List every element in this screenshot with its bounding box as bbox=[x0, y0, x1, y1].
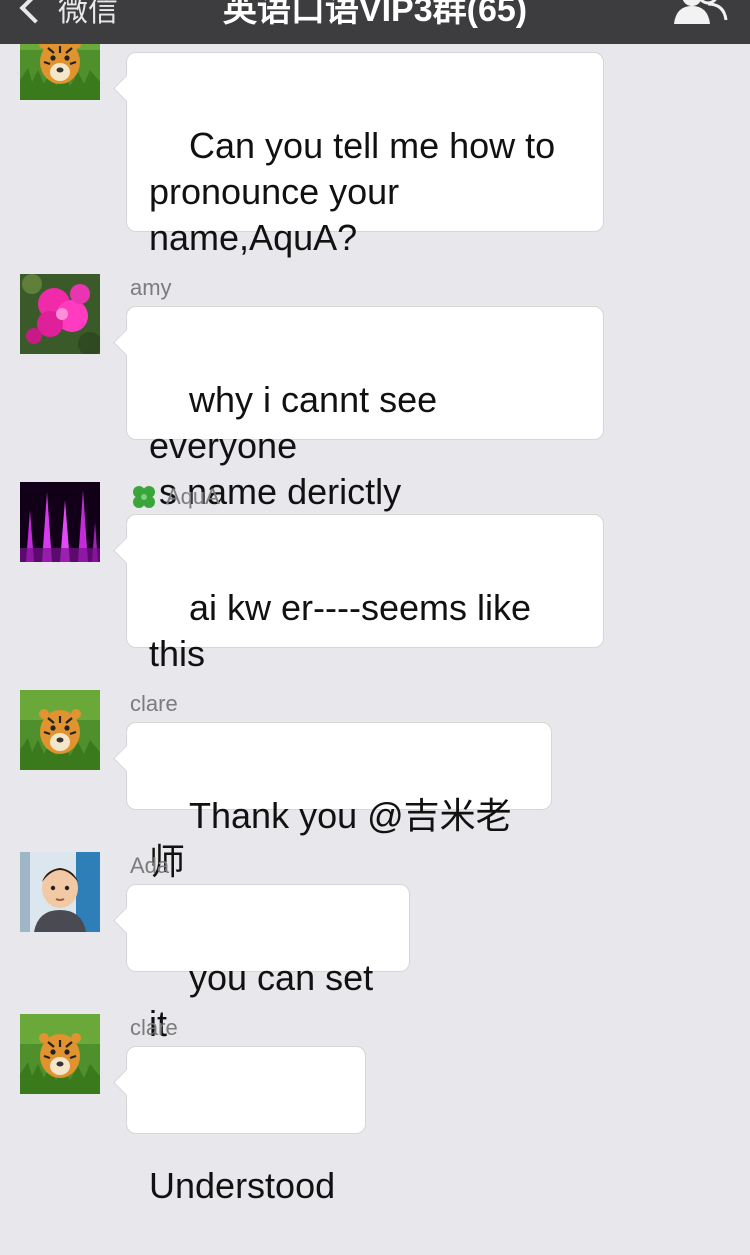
navigation-bar: 微信 英语口语VIP3群(65) bbox=[0, 0, 750, 44]
purple-light-avatar-icon bbox=[20, 482, 100, 562]
message-bubble[interactable]: you can set it bbox=[126, 884, 410, 1044]
avatar-ada[interactable] bbox=[20, 852, 100, 932]
tiger-avatar-icon bbox=[20, 690, 100, 770]
message-bubble[interactable]: ai kw er----seems like this bbox=[126, 514, 604, 674]
message-bubble[interactable]: Thank you @吉米老师 bbox=[126, 722, 552, 882]
avatar-clare[interactable] bbox=[20, 1014, 100, 1094]
message-text: you can set it bbox=[149, 957, 384, 1044]
sender-name: Ada bbox=[130, 853, 170, 878]
avatar-clare[interactable] bbox=[20, 690, 100, 770]
message-text: Can you tell me how to pronounce your na… bbox=[149, 125, 556, 258]
child-photo-avatar-icon bbox=[20, 852, 100, 932]
message-text: ai kw er----seems like this bbox=[149, 587, 532, 674]
avatar-amy[interactable] bbox=[20, 274, 100, 354]
sender-name: clare bbox=[130, 1015, 178, 1040]
sender-name: clare bbox=[130, 691, 178, 716]
chat-message-list[interactable]: Can you tell me how to pronounce your na… bbox=[0, 0, 750, 1206]
chat-title: 英语口语VIP3群(65) bbox=[222, 0, 528, 29]
message-bubble[interactable]: Can you tell me how to pronounce your na… bbox=[126, 52, 604, 258]
group-members-icon[interactable] bbox=[672, 0, 728, 24]
tiger-avatar-icon bbox=[20, 1014, 100, 1094]
sender-row: AquA bbox=[130, 483, 220, 511]
pink-flower-avatar-icon bbox=[20, 274, 100, 354]
sender-name: AquA bbox=[166, 484, 220, 509]
sender-name: amy bbox=[130, 275, 172, 300]
message-bubble[interactable]: why i cannt see everyone s name derictly bbox=[126, 306, 604, 512]
clover-icon bbox=[133, 486, 155, 508]
message-text: Understood bbox=[149, 1165, 336, 1206]
avatar-aqua[interactable] bbox=[20, 482, 100, 562]
message-bubble[interactable]: Understood bbox=[126, 1046, 366, 1206]
message-text: Thank you @吉米老师 bbox=[149, 795, 512, 882]
